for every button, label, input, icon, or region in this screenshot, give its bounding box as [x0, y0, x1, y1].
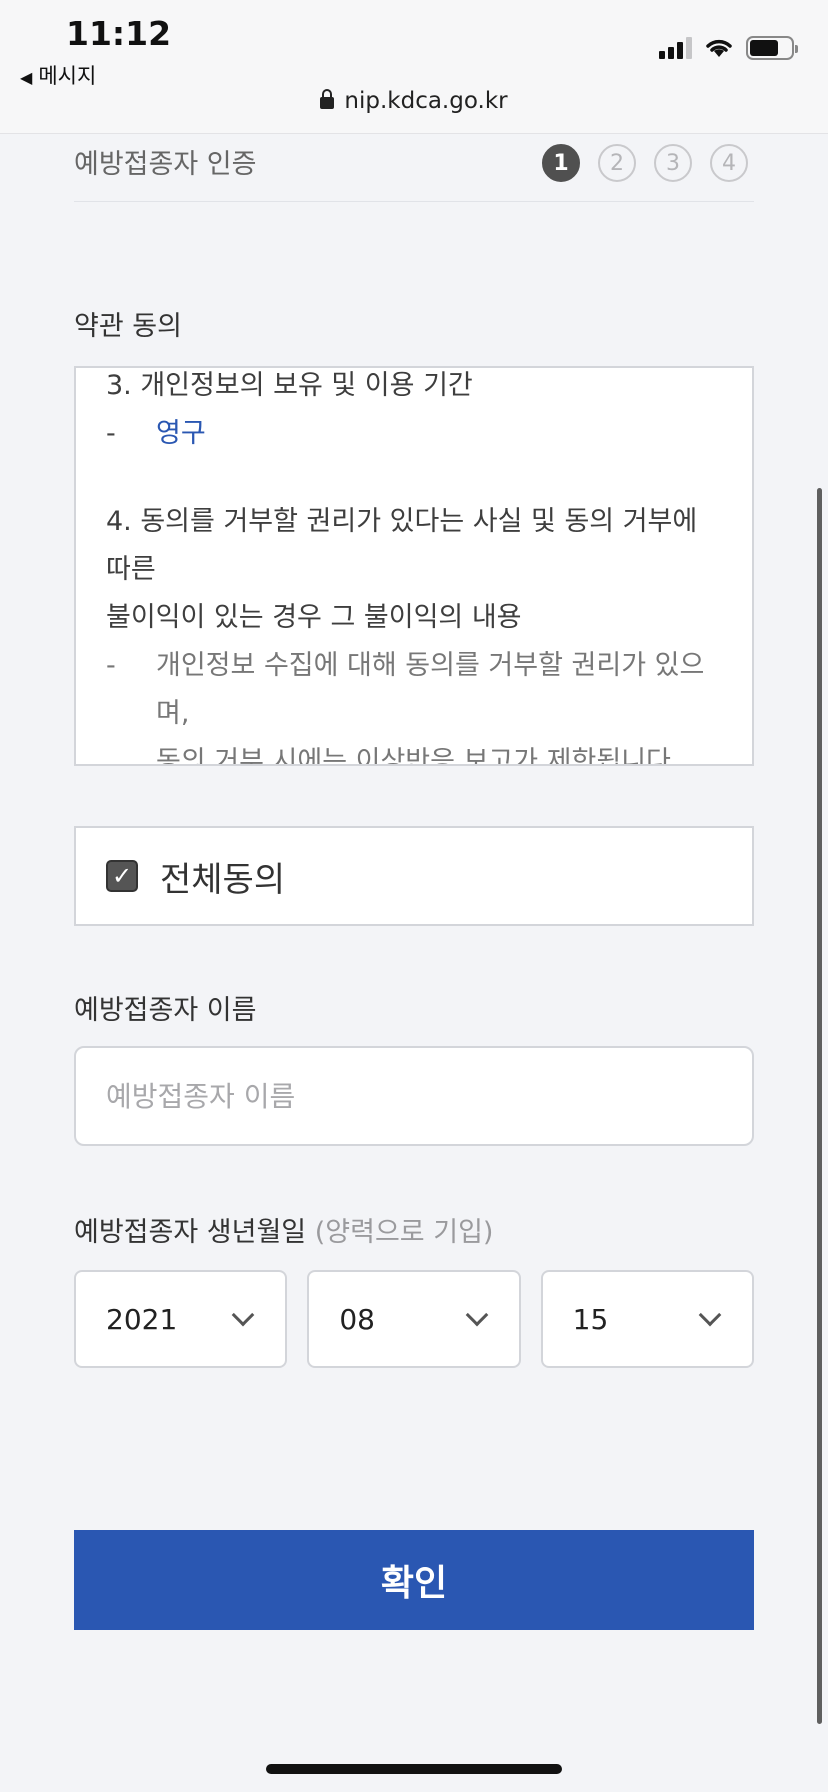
terms-item4-heading-line1: 4. 동의를 거부할 권리가 있다는 사실 및 동의 거부에 따른: [106, 506, 698, 585]
agree-all-row[interactable]: ✓ 전체동의: [74, 826, 754, 926]
chevron-down-icon: [698, 1303, 722, 1327]
birthdate-label-text: 예방접종자 생년월일: [74, 1217, 307, 1248]
browser-top-bar: 11:12 ◀ 메시지 nip.kdca.go.kr: [0, 0, 828, 134]
terms-item3-detail: - 영구: [106, 410, 722, 458]
birthdate-selects: 2021 08 15: [74, 1270, 754, 1368]
terms-item3-heading: 3. 개인정보의 보유 및 이용 기간: [106, 370, 473, 401]
battery-icon: [746, 36, 798, 60]
confirm-button[interactable]: 확인: [74, 1530, 754, 1630]
step-2: 2: [598, 144, 636, 182]
scrollbar[interactable]: [817, 488, 822, 1724]
lock-icon: [320, 89, 335, 109]
step-1: 1: [542, 144, 580, 182]
terms-item4-detail-line1: 개인정보 수집에 대해 동의를 거부할 권리가 있으며,: [156, 650, 705, 729]
month-select[interactable]: 08: [307, 1270, 521, 1368]
step-indicator: 1 2 3 4: [542, 144, 748, 182]
back-arrow-icon: ◀: [20, 68, 33, 87]
url-text: nip.kdca.go.kr: [344, 88, 508, 114]
name-field-label: 예방접종자 이름: [74, 995, 257, 1026]
name-input[interactable]: [74, 1046, 754, 1146]
wifi-icon: [706, 39, 732, 57]
terms-item4-heading-line2: 불이익이 있는 경우 그 불이익의 내용: [106, 602, 522, 633]
year-value: 2021: [106, 1302, 178, 1336]
url-bar[interactable]: nip.kdca.go.kr: [0, 88, 828, 114]
status-icons: [659, 36, 798, 60]
terms-item4-detail-line2: 동의 거부 시에는 이상반응 보고가 제한됩니다.: [156, 746, 680, 766]
step-3: 3: [654, 144, 692, 182]
year-select[interactable]: 2021: [74, 1270, 288, 1368]
step-4: 4: [710, 144, 748, 182]
back-label: 메시지: [38, 64, 97, 88]
page-title: 예방접종자 인증: [74, 149, 257, 180]
day-select[interactable]: 15: [540, 1270, 754, 1368]
dash: -: [106, 418, 116, 449]
chevron-down-icon: [232, 1303, 255, 1327]
terms-scroll-box[interactable]: 3. 개인정보의 보유 및 이용 기간 - 영구 4. 동의를 거부할 권리가 …: [74, 366, 754, 766]
signal-icon: [659, 37, 692, 59]
dash: -: [106, 650, 116, 681]
birthdate-label: 예방접종자 생년월일 (양력으로 기입): [74, 1210, 493, 1249]
terms-item4-detail: - 개인정보 수집에 대해 동의를 거부할 권리가 있으며, 동의 거부 시에는…: [106, 642, 722, 766]
retention-period-value: 영구: [156, 418, 206, 449]
birthdate-hint: (양력으로 기입): [314, 1217, 494, 1248]
chevron-down-icon: [465, 1303, 488, 1327]
page-header: 예방접종자 인증 1 2 3 4: [74, 140, 754, 202]
terms-section-label: 약관 동의: [74, 311, 182, 342]
status-time: 11:12: [66, 14, 172, 53]
agree-all-label: 전체동의: [160, 859, 286, 900]
month-value: 08: [339, 1302, 375, 1336]
back-to-messages-link[interactable]: ◀ 메시지: [20, 60, 96, 90]
agree-all-checkbox[interactable]: ✓: [106, 860, 138, 892]
checkmark-icon: ✓: [111, 862, 133, 890]
day-value: 15: [572, 1302, 609, 1336]
home-indicator: [266, 1764, 562, 1774]
